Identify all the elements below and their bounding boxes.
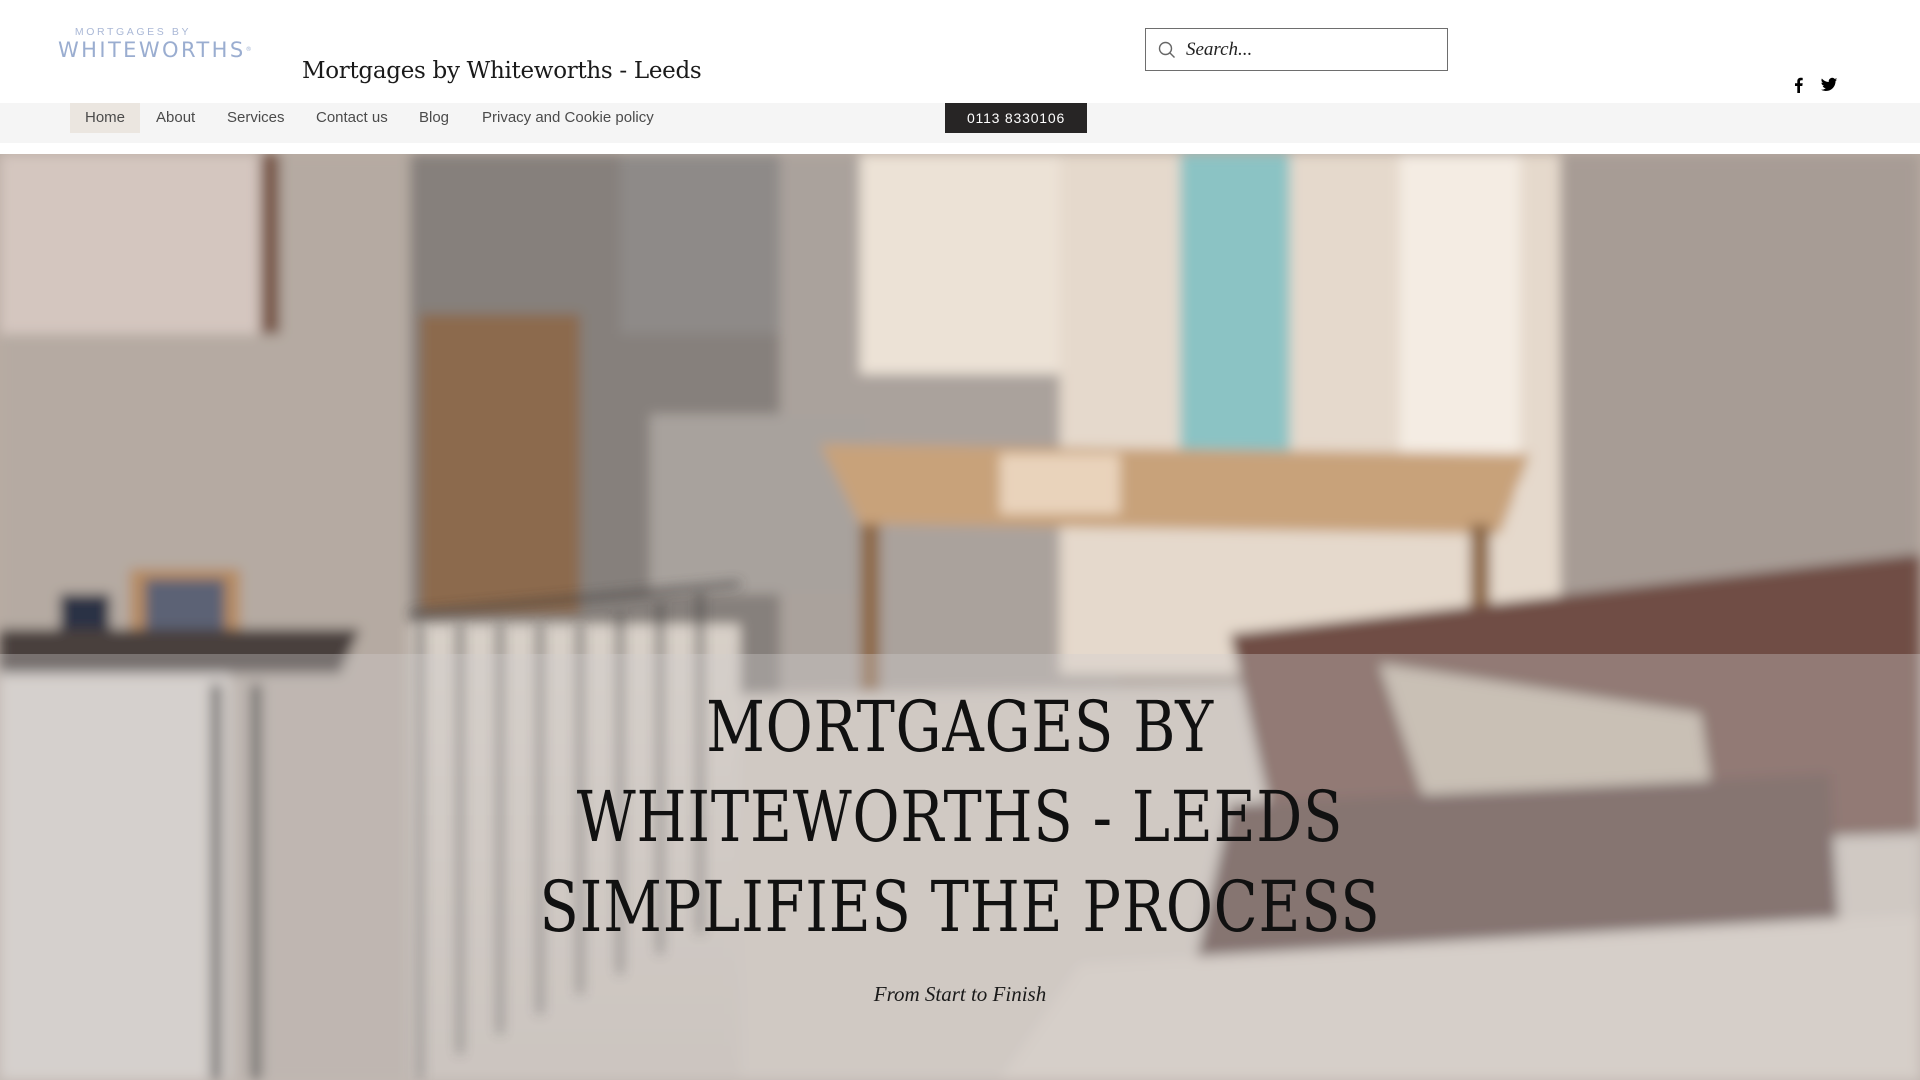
nav-item-privacy-cookie-policy[interactable]: Privacy and Cookie policy xyxy=(467,103,669,133)
nav-item-about[interactable]: About xyxy=(141,103,210,133)
nav-item-contact-us[interactable]: Contact us xyxy=(301,103,403,133)
hero-title-line-2: WHITEWORTHS - LEEDS xyxy=(576,776,1344,858)
logo-trademark: ® xyxy=(245,46,254,53)
phone-button[interactable]: 0113 8330106 xyxy=(945,103,1087,133)
logo-line1: MORTGAGES BY xyxy=(74,26,192,38)
hero-subtitle: From Start to Finish xyxy=(873,982,1047,1006)
nav-item-blog[interactable]: Blog xyxy=(404,103,464,133)
hero-title-line-3: SIMPLIFIES THE PROCESS xyxy=(539,866,1381,948)
search-box[interactable] xyxy=(1145,28,1448,71)
search-input[interactable] xyxy=(1186,35,1436,65)
logo-line2: WHITEWORTHS xyxy=(58,38,246,62)
nav-item-services[interactable]: Services xyxy=(212,103,300,133)
main-nav: Home About Services Contact us Blog Priv… xyxy=(0,103,1920,143)
site-header: MORTGAGES BY WHITEWORTHS® Mortgages by W… xyxy=(0,0,1920,103)
search-icon xyxy=(1158,41,1175,58)
hero-title-line-1: MORTGAGES BY xyxy=(706,686,1214,768)
nav-item-home[interactable]: Home xyxy=(70,103,141,133)
facebook-icon[interactable] xyxy=(1790,76,1808,94)
logo[interactable]: MORTGAGES BY WHITEWORTHS® xyxy=(58,26,251,64)
site-title[interactable]: Mortgages by Whiteworths - Leeds xyxy=(302,58,702,84)
hero-title: MORTGAGES BY WHITEWORTHS - LEEDS SIMPLIF… xyxy=(173,682,1747,952)
twitter-icon[interactable] xyxy=(1820,76,1838,94)
hero-section: MORTGAGES BY WHITEWORTHS - LEEDS SIMPLIF… xyxy=(0,154,1920,1080)
